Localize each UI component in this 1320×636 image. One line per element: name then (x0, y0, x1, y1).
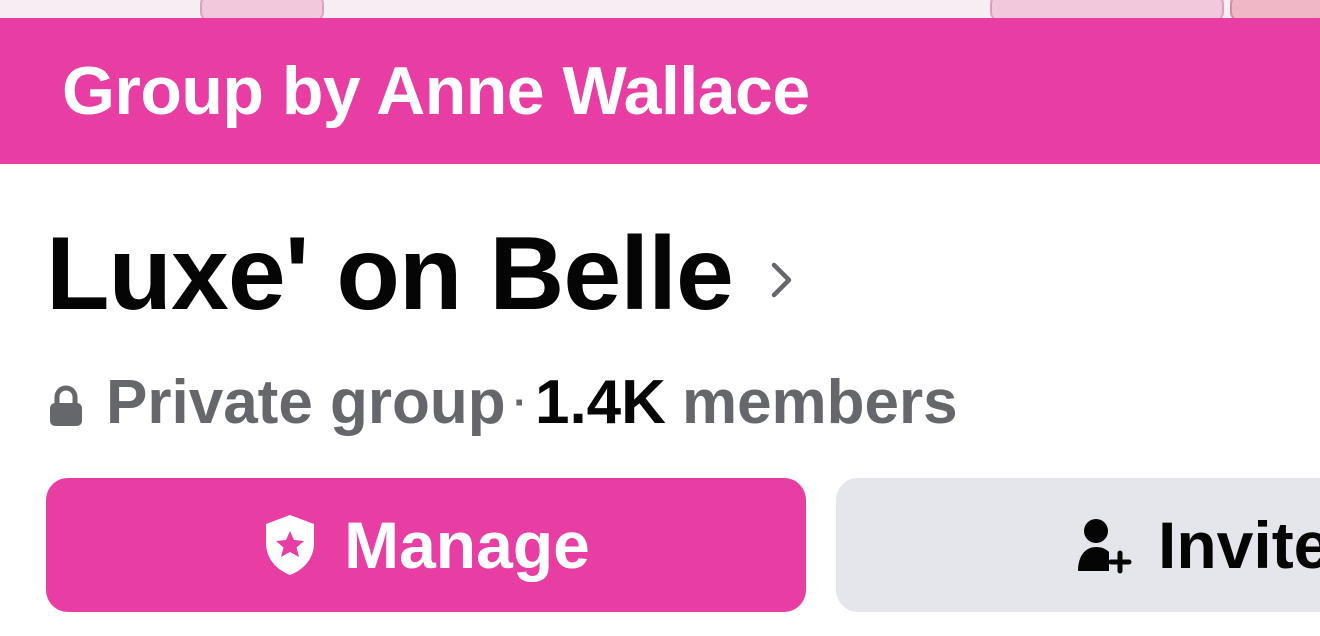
group-name[interactable]: Luxe' on Belle (46, 222, 734, 326)
add-person-icon (1076, 515, 1132, 575)
cover-decoration (990, 0, 1224, 18)
lock-icon (50, 385, 82, 426)
invite-button[interactable]: Invite (836, 478, 1320, 612)
manage-button[interactable]: Manage (46, 478, 806, 612)
shield-star-icon (262, 513, 318, 577)
cover-decoration (1230, 0, 1320, 18)
chevron-right-icon (771, 262, 792, 298)
banner-text: Group by Anne Wallace (62, 53, 810, 129)
group-meta: Private group · 1.4K members (48, 372, 958, 434)
group-title-row[interactable]: Luxe' on Belle (46, 222, 795, 326)
separator-dot: · (513, 381, 527, 425)
cover-decoration (200, 0, 324, 18)
cover-photo[interactable] (0, 0, 1320, 18)
group-page: Group by Anne Wallace Luxe' on Belle Pri… (0, 0, 1320, 636)
privacy-label[interactable]: Private group (106, 372, 506, 434)
member-count[interactable]: 1.4K (535, 372, 666, 434)
invite-label: Invite (1158, 508, 1320, 582)
manage-label: Manage (344, 508, 590, 582)
group-owner-banner: Group by Anne Wallace (0, 18, 1320, 164)
members-label[interactable]: members (682, 372, 958, 434)
